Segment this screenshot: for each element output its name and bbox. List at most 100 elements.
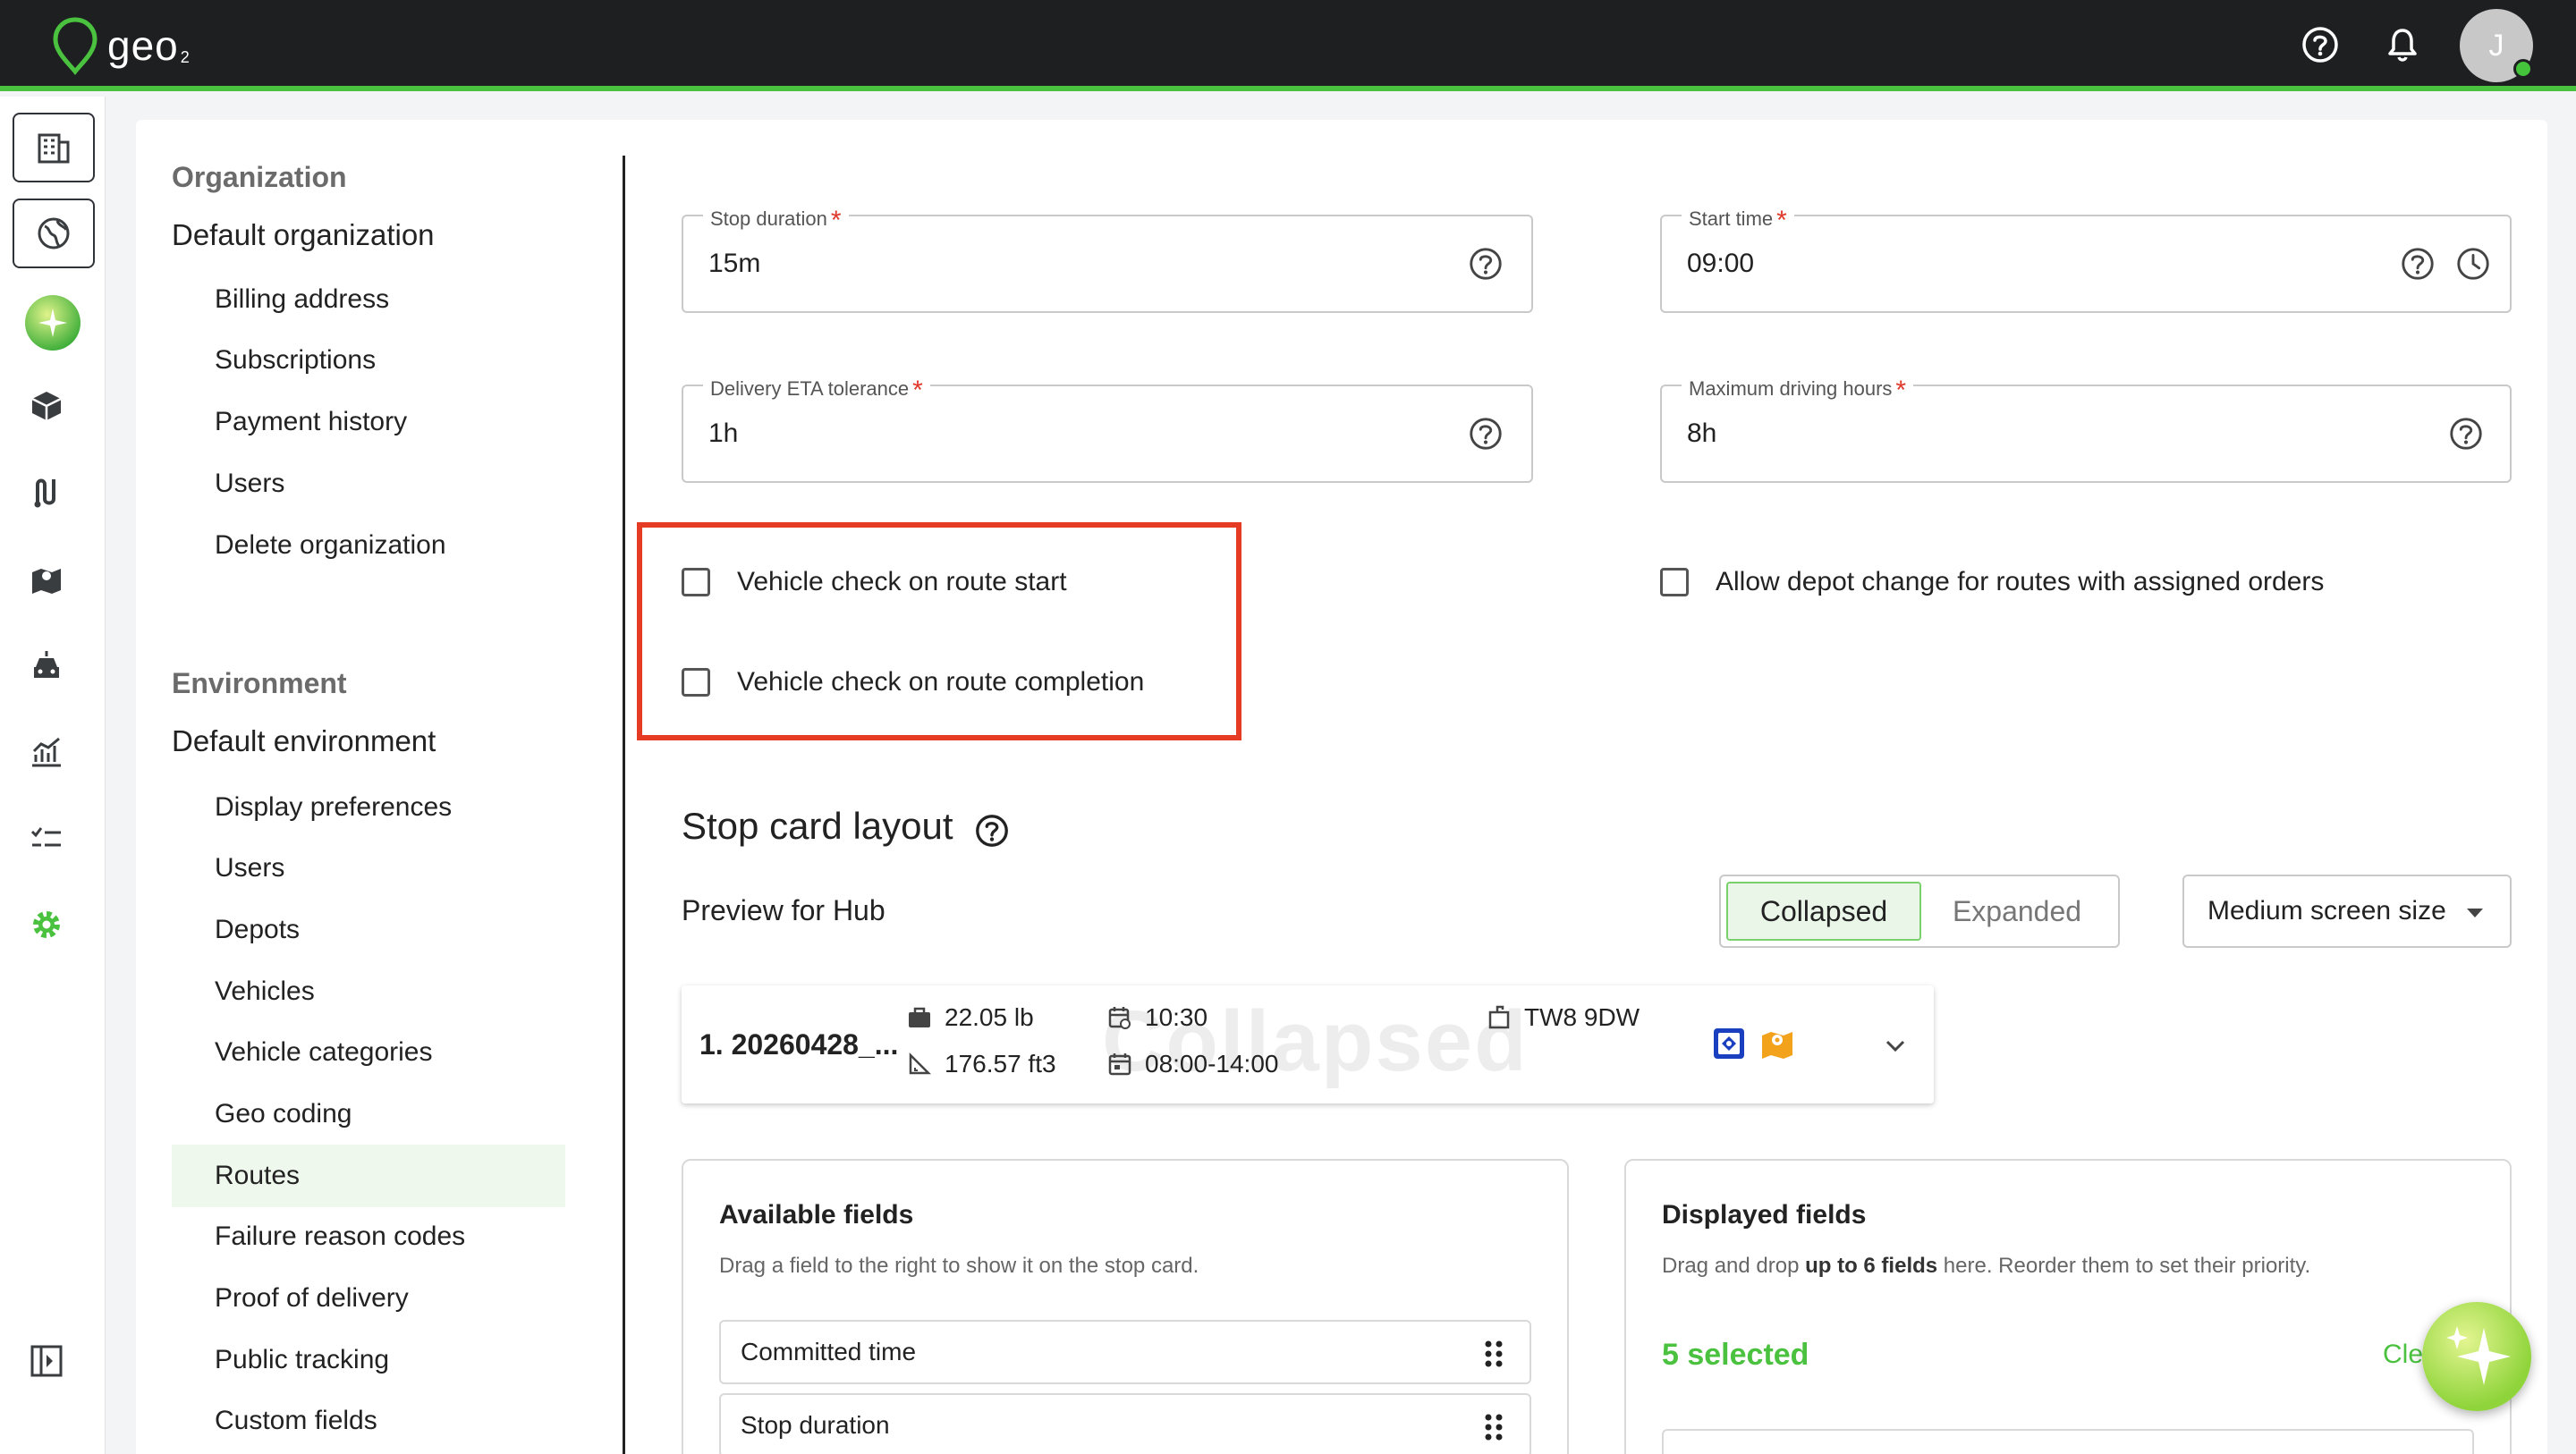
postcode-meta: TW8 9DW [1487, 1003, 1640, 1032]
ai-assistant-button[interactable] [25, 295, 80, 351]
help-icon[interactable] [2447, 415, 2485, 452]
stop-duration-field[interactable]: Stop duration * 15m [682, 202, 1533, 313]
nav-payment-history[interactable]: Payment history [215, 407, 407, 437]
nav-geo-coding[interactable]: Geo coding [215, 1099, 352, 1129]
allow-depot-change-label: Allow depot change for routes with assig… [1716, 567, 2325, 596]
nav-env-users[interactable]: Users [215, 853, 284, 883]
user-avatar[interactable]: J [2460, 9, 2533, 82]
field-label: Committed time [741, 1338, 917, 1365]
available-fields-panel: Available fields Drag a field to the rig… [682, 1159, 1569, 1454]
stop-name: 1. 20260428_... [699, 1028, 899, 1061]
nav-default-organization[interactable]: Default organization [172, 218, 435, 252]
field-committed-time[interactable]: Committed time [719, 1320, 1531, 1384]
package-icon [31, 392, 62, 420]
vehicle-icon [34, 651, 59, 678]
help-icon[interactable] [973, 812, 1011, 850]
bell-icon[interactable] [2383, 25, 2422, 64]
ai-assistant-fab[interactable] [2422, 1302, 2531, 1411]
layout-toggle: Collapsed Expanded [1719, 875, 2120, 948]
start-time-field[interactable]: Start time * 09:00 [1660, 202, 2512, 313]
main-sidebar [0, 97, 106, 1454]
help-icon[interactable] [1467, 245, 1504, 283]
allow-depot-change-row[interactable]: Allow depot change for routes with assig… [1660, 560, 2324, 604]
volume-value: 176.57 ft3 [945, 1050, 1056, 1078]
analytics-icon [32, 737, 61, 767]
nav-custom-fields[interactable]: Custom fields [215, 1406, 377, 1436]
location-pin-icon [53, 17, 97, 75]
clock-icon[interactable] [2454, 245, 2492, 283]
displayed-field-item[interactable] [1662, 1429, 2474, 1454]
available-fields-title: Available fields [719, 1200, 914, 1230]
routes-icon [34, 478, 55, 508]
map-icon [32, 569, 61, 594]
tasks-nav[interactable] [27, 819, 66, 858]
postcode-value: TW8 9DW [1524, 1003, 1640, 1031]
nav-proof-of-delivery[interactable]: Proof of delivery [215, 1283, 409, 1314]
camera-badge-icon [1714, 1028, 1744, 1059]
ai-sparkle-icon [38, 309, 67, 337]
clear-link[interactable]: Cle [2383, 1340, 2423, 1370]
nav-depots[interactable]: Depots [215, 915, 300, 945]
map-nav[interactable] [27, 560, 66, 599]
nav-org-users[interactable]: Users [215, 469, 284, 499]
stop-duration-value: 15m [708, 249, 761, 278]
environment-button[interactable] [13, 199, 95, 268]
drag-handle-icon[interactable] [1483, 1413, 1504, 1441]
nav-default-environment[interactable]: Default environment [172, 724, 436, 758]
geo-logo[interactable]: geo 2 [52, 16, 190, 75]
start-time-value: 09:00 [1687, 249, 1755, 278]
eta-tolerance-value: 1h [708, 418, 739, 448]
chevron-down-icon[interactable] [1882, 1032, 1909, 1059]
settings-icon [33, 911, 60, 938]
mailbox-icon [1488, 1005, 1510, 1029]
nav-billing-address[interactable]: Billing address [215, 284, 389, 315]
help-icon[interactable] [2301, 25, 2340, 64]
orders-nav[interactable] [27, 386, 66, 426]
collapsed-toggle-button[interactable]: Collapsed [1726, 882, 1921, 941]
nav-display-preferences[interactable]: Display preferences [215, 792, 452, 823]
vehicle-check-completion-label: Vehicle check on route completion [737, 667, 1145, 697]
logo-text: geo [107, 22, 179, 69]
drag-handle-icon[interactable] [1483, 1340, 1504, 1368]
expanded-toggle-button[interactable]: Expanded [1921, 882, 2113, 941]
routes-nav[interactable] [27, 472, 66, 511]
volume-meta: 176.57 ft3 [907, 1050, 1056, 1078]
highlight-annotation [637, 522, 1241, 740]
vehicle-check-start-checkbox[interactable] [682, 568, 710, 596]
allow-depot-change-checkbox[interactable] [1660, 568, 1689, 596]
help-icon[interactable] [1467, 415, 1504, 452]
vehicle-check-start-row[interactable]: Vehicle check on route start [682, 560, 1067, 604]
nav-vehicle-categories[interactable]: Vehicle categories [215, 1037, 433, 1068]
organization-button[interactable] [13, 113, 95, 182]
help-icon[interactable] [2399, 245, 2436, 283]
start-time-label: Start time * [1682, 202, 1794, 235]
map-badge-icon [1762, 1032, 1792, 1059]
displayed-fields-title: Displayed fields [1662, 1200, 1867, 1230]
nav-public-tracking[interactable]: Public tracking [215, 1345, 389, 1375]
stop-duration-label: Stop duration * [703, 202, 849, 235]
nav-delete-organization[interactable]: Delete organization [215, 530, 446, 561]
vehicle-check-completion-checkbox[interactable] [682, 668, 710, 697]
stop-card-preview: Collapsed 1. 20260428_... 22.05 lb 176.5… [682, 985, 1934, 1103]
vehicle-check-completion-row[interactable]: Vehicle check on route completion [682, 660, 1144, 705]
max-driving-hours-field[interactable]: Maximum driving hours * 8h [1660, 372, 2512, 483]
screen-size-select[interactable]: Medium screen size [2182, 875, 2512, 948]
avatar-initial: J [2488, 28, 2504, 63]
vehicles-nav[interactable] [27, 647, 66, 687]
nav-subscriptions[interactable]: Subscriptions [215, 345, 376, 376]
environment-section-title: Environment [172, 667, 347, 699]
collapse-sidebar-button[interactable] [27, 1341, 66, 1381]
checklist-icon [30, 827, 61, 847]
eta-tolerance-label: Delivery ETA tolerance * [703, 372, 930, 405]
eta-tolerance-field[interactable]: Delivery ETA tolerance * 1h [682, 372, 1533, 483]
settings-nav[interactable] [27, 905, 66, 944]
calendar-icon [1108, 1053, 1131, 1076]
vehicle-check-start-label: Vehicle check on route start [737, 567, 1067, 596]
nav-failure-reason-codes[interactable]: Failure reason codes [215, 1222, 465, 1252]
nav-routes[interactable]: Routes [215, 1161, 300, 1191]
field-stop-duration[interactable]: Stop duration [719, 1393, 1531, 1454]
nav-vehicles[interactable]: Vehicles [215, 976, 315, 1007]
weight-value: 22.05 lb [945, 1003, 1034, 1031]
analytics-nav[interactable] [27, 733, 66, 773]
weight-meta: 22.05 lb [907, 1003, 1034, 1032]
